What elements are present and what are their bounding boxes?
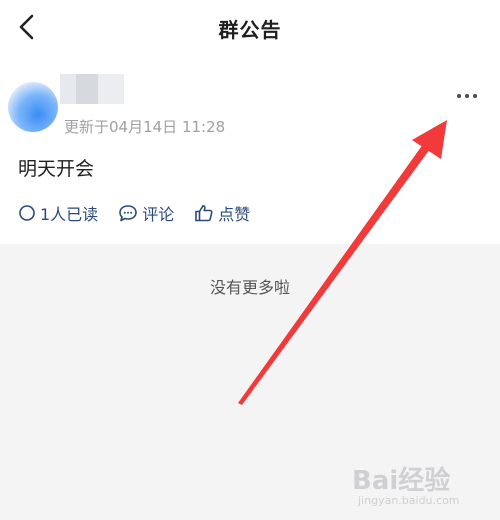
like-label: 点赞 [218,205,251,224]
like-button[interactable]: 点赞 [194,201,250,225]
watermark-url: jingyan.baidu.com [358,494,460,507]
more-horizontal-icon [457,94,461,98]
top-bar: 群公告 [0,0,500,56]
watermark-brand: Bai经验 [352,466,451,496]
baidu-watermark: Bai经验 jingyan.baidu.com [352,452,492,512]
author-name-blurred [60,74,124,104]
comment-label: 评论 [142,205,175,224]
updated-timestamp: 更新于04月14日 11:28 [64,118,226,136]
avatar[interactable] [8,82,58,132]
action-bar: 1人已读 评论 点赞 [18,202,270,224]
no-more-text: 没有更多啦 [209,278,290,297]
comment-button[interactable]: 评论 [118,201,174,225]
circle-icon [19,205,35,221]
announcement-card[interactable]: 更新于04月14日 11:28 明天开会 1人已读 评论 点赞 [0,56,500,244]
more-horizontal-icon-dot [465,94,469,98]
announcement-content: 明天开会 [18,158,95,180]
read-count-button[interactable]: 1人已读 [18,201,98,225]
read-count-label: 1人已读 [40,205,99,224]
more-options-button[interactable] [452,86,482,106]
more-horizontal-icon-dot [473,94,477,98]
comment-bubble-icon [119,205,137,222]
thumbs-up-icon [195,205,213,222]
page-title: 群公告 [218,18,282,42]
